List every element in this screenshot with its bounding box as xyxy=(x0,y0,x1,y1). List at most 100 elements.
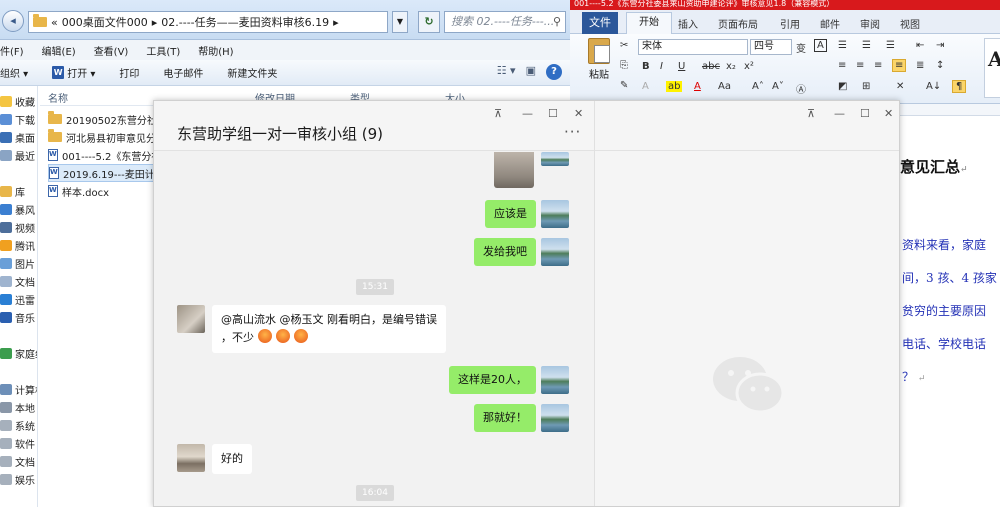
shrink-font-icon[interactable]: A˅ xyxy=(772,81,784,92)
breadcrumb-separator[interactable]: ▸ xyxy=(152,16,158,29)
superscript-icon[interactable]: x² xyxy=(744,61,754,72)
side-close-icon[interactable]: ✕ xyxy=(884,107,893,120)
breadcrumb-separator[interactable]: ▸ xyxy=(333,16,339,29)
nav-system-drive[interactable]: 系统 xyxy=(0,418,35,433)
underline-icon[interactable]: U xyxy=(678,61,685,72)
minimize-icon[interactable]: — xyxy=(522,107,533,120)
nav-tencent[interactable]: 腾讯 xyxy=(0,238,35,253)
avatar[interactable] xyxy=(177,305,205,333)
chevron-down-icon[interactable]: ▼ xyxy=(392,11,408,33)
side-maximize-icon[interactable]: ☐ xyxy=(860,107,870,120)
message-list[interactable]: 应该是 发给我吧 15:31 @高山流水 @杨玉文 刚看明白，是编号错误 ，不少… xyxy=(154,152,594,506)
nav-desktop[interactable]: 桌面 xyxy=(0,130,35,145)
nav-software-drive[interactable]: 软件 xyxy=(0,436,35,451)
menu-help[interactable]: 帮助(H) xyxy=(198,43,233,58)
sort-icon[interactable]: A↓ xyxy=(926,81,941,92)
file-row-selected[interactable]: 2019.6.19---麦田计划 xyxy=(48,164,166,182)
avatar[interactable] xyxy=(541,366,569,394)
more-icon[interactable]: ··· xyxy=(564,123,581,141)
side-pin-icon[interactable]: ⊼ xyxy=(807,107,815,120)
align-left-icon[interactable]: ≡ xyxy=(838,60,846,71)
address-box[interactable]: « 000桌面文件000 ▸ 02.----任务——麦田资料审核6.19 ▸ xyxy=(28,11,388,33)
help-icon[interactable]: ? xyxy=(546,64,562,80)
nav-baofeng[interactable]: 暴风 xyxy=(0,202,35,217)
refresh-icon[interactable]: ↻ xyxy=(418,11,440,33)
subscript-icon[interactable]: x₂ xyxy=(726,61,736,72)
bullets-icon[interactable]: ☰ xyxy=(838,40,847,51)
nav-downloads[interactable]: 下载 xyxy=(0,112,35,127)
avatar[interactable] xyxy=(541,238,569,266)
menu-tools[interactable]: 工具(T) xyxy=(146,43,180,58)
tab-home[interactable]: 开始 xyxy=(626,12,672,35)
nav-favorites[interactable]: 收藏 xyxy=(0,94,35,109)
change-case-icon[interactable]: Aa xyxy=(718,81,731,92)
italic-icon[interactable]: I xyxy=(660,61,663,72)
font-size-select[interactable]: 四号 xyxy=(750,39,792,55)
nav-computer[interactable]: 计算机 xyxy=(0,382,37,397)
message-bubble-other[interactable]: @高山流水 @杨玉文 刚看明白，是编号错误 ，不少 xyxy=(212,305,446,353)
borders-icon[interactable]: ⊞ xyxy=(862,81,870,92)
email-button[interactable]: 电子邮件 xyxy=(163,65,203,80)
nav-homegroup[interactable]: 家庭组 xyxy=(0,346,37,361)
back-icon[interactable]: ◂ xyxy=(2,10,24,32)
nav-videos[interactable]: 视频 xyxy=(0,220,35,235)
organize-button[interactable]: 组织 ▾ xyxy=(0,65,28,80)
file-row[interactable]: 20190502东营分社委 xyxy=(48,110,167,128)
align-center-icon[interactable]: ≡ xyxy=(856,60,864,71)
open-button[interactable]: W 打开 ▾ xyxy=(52,65,95,80)
shading-icon[interactable]: ◩ xyxy=(838,81,847,92)
nav-music[interactable]: 音乐 xyxy=(0,310,35,325)
nav-xunlei[interactable]: 迅雷 xyxy=(0,292,35,307)
font-color-icon[interactable]: A xyxy=(694,81,701,92)
breadcrumb-item[interactable]: 000桌面文件000 xyxy=(62,14,148,30)
nav-documents[interactable]: 文档 xyxy=(0,274,35,289)
close-icon[interactable]: ✕ xyxy=(574,107,583,120)
distribute-icon[interactable]: ≣ xyxy=(916,60,924,71)
maximize-icon[interactable]: ☐ xyxy=(548,107,558,120)
file-row[interactable]: 样本.docx xyxy=(48,182,109,200)
bold-icon[interactable]: B xyxy=(642,61,650,72)
align-right-icon[interactable]: ≡ xyxy=(874,60,882,71)
view-icon[interactable]: ☷ ▾ xyxy=(497,64,516,80)
preview-pane-icon[interactable]: ▣ xyxy=(526,64,536,80)
tab-mailings[interactable]: 邮件 xyxy=(820,16,840,31)
tab-review[interactable]: 审阅 xyxy=(860,16,880,31)
format-painter-icon[interactable]: ✎ xyxy=(620,80,628,91)
strikethrough-icon[interactable]: abc xyxy=(702,61,720,72)
avatar[interactable] xyxy=(541,200,569,228)
print-button[interactable]: 打印 xyxy=(119,65,139,80)
tab-insert[interactable]: 插入 xyxy=(678,16,698,31)
breadcrumb-item[interactable]: 02.----任务——麦田资料审核6.19 xyxy=(161,14,329,30)
highlight-icon[interactable]: ab xyxy=(666,81,683,92)
numbering-icon[interactable]: ☰ xyxy=(862,40,871,51)
nav-documents-drive[interactable]: 文档 xyxy=(0,454,35,469)
chinese-layout-icon[interactable]: ✕ xyxy=(896,81,904,92)
tab-layout[interactable]: 页面布局 xyxy=(718,16,758,31)
nav-libraries[interactable]: 库 xyxy=(0,184,25,199)
justify-icon[interactable]: ≡ xyxy=(892,59,907,72)
paste-button[interactable]: 粘贴 xyxy=(584,38,614,81)
nav-recent[interactable]: 最近 xyxy=(0,148,35,163)
outdent-icon[interactable]: ⇥ xyxy=(936,40,944,51)
avatar[interactable] xyxy=(541,152,569,166)
tab-references[interactable]: 引用 xyxy=(780,16,800,31)
menu-view[interactable]: 查看(V) xyxy=(94,43,129,58)
message-bubble-self[interactable]: 那就好！ xyxy=(474,404,536,432)
avatar[interactable] xyxy=(541,404,569,432)
file-row[interactable]: 河北易县初审意见分社 xyxy=(48,128,166,146)
side-minimize-icon[interactable]: — xyxy=(834,107,845,120)
file-row[interactable]: 001----5.2《东营分社 xyxy=(48,146,161,164)
multilevel-list-icon[interactable]: ☰ xyxy=(886,40,895,51)
nav-pictures[interactable]: 图片 xyxy=(0,256,35,271)
font-name-select[interactable]: 宋体 xyxy=(638,39,748,55)
menu-file[interactable]: 件(F) xyxy=(0,43,24,58)
copy-icon[interactable]: ⎘ xyxy=(620,60,628,71)
new-folder-button[interactable]: 新建文件夹 xyxy=(227,65,277,80)
line-spacing-icon[interactable]: ↕ xyxy=(936,60,944,71)
nav-entertainment-drive[interactable]: 娱乐 xyxy=(0,472,35,487)
indent-icon[interactable]: ⇤ xyxy=(916,40,924,51)
column-name[interactable]: 名称 xyxy=(48,90,68,105)
text-effect-icon[interactable]: A xyxy=(642,81,649,92)
styles-gallery[interactable]: Aa xyxy=(984,38,1000,98)
message-bubble-self[interactable]: 这样是20人， xyxy=(449,366,536,394)
